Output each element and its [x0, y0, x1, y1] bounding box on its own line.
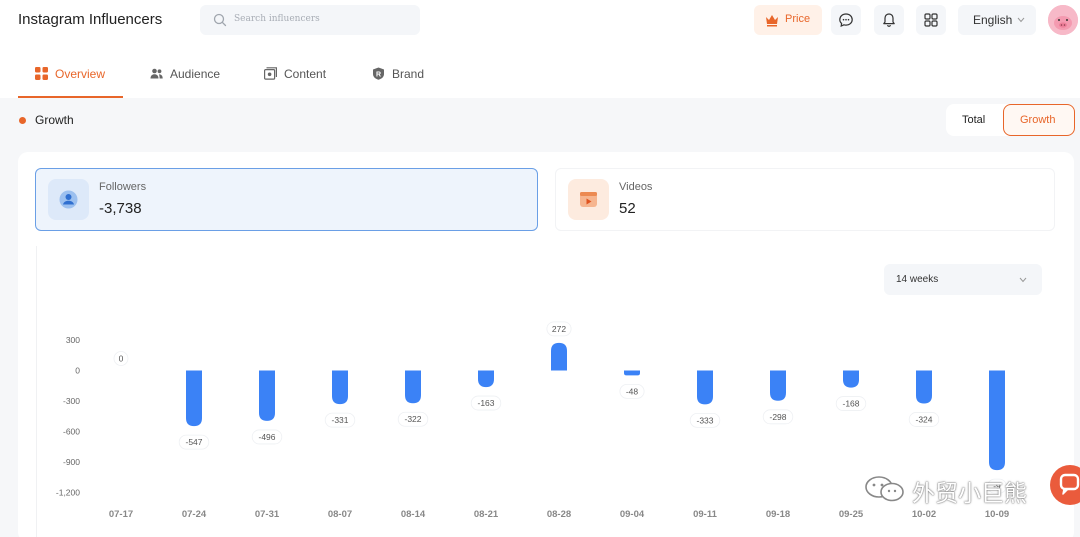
section-title: Growth: [35, 113, 74, 127]
language-select[interactable]: English: [958, 5, 1036, 35]
top-bar: Instagram Influencers Search influencers…: [0, 0, 1080, 42]
tab-content[interactable]: Content: [264, 50, 334, 98]
video-icon: [580, 192, 597, 207]
app-title: Instagram Influencers: [18, 11, 163, 28]
tab-label: Overview: [55, 67, 106, 81]
main-tabs: Overview Audience Content R Brand: [0, 50, 1080, 98]
videos-label: Videos: [619, 181, 653, 193]
crown-icon: [766, 15, 778, 27]
avatar[interactable]: [1048, 5, 1078, 35]
tab-audience[interactable]: Audience: [150, 50, 230, 98]
search-box[interactable]: Search influencers: [200, 5, 420, 35]
tab-brand[interactable]: R Brand: [372, 50, 432, 98]
message-icon: [839, 13, 853, 27]
brand-icon: R: [373, 67, 384, 80]
toggle-growth[interactable]: Growth: [1003, 104, 1075, 136]
section-header: Growth: [0, 100, 1080, 144]
chat-support-button[interactable]: [1050, 465, 1080, 505]
pig-avatar-icon: [1048, 5, 1078, 35]
total-growth-toggle: Total Growth: [946, 104, 1075, 136]
chevron-down-icon: [1019, 277, 1027, 283]
videos-icon-wrap: [568, 179, 609, 220]
followers-label: Followers: [99, 181, 147, 193]
tab-label: Audience: [170, 67, 221, 81]
videos-card[interactable]: Videos 52: [555, 168, 1055, 231]
followers-card[interactable]: Followers -3,738: [35, 168, 538, 231]
search-icon: [213, 13, 227, 27]
search-input[interactable]: Search influencers: [234, 14, 320, 24]
followers-value: -3,738: [99, 200, 142, 217]
message-button[interactable]: [831, 5, 861, 35]
tab-label: Brand: [392, 67, 425, 81]
tab-overview[interactable]: Overview: [35, 50, 115, 98]
weeks-range-select[interactable]: 14 weeks: [884, 264, 1042, 295]
watermark-text: 外贸小巨熊: [912, 481, 1027, 507]
user-icon: [59, 190, 78, 209]
apps-grid-icon: [924, 13, 938, 27]
wechat-icon: [865, 476, 904, 502]
apps-button[interactable]: [916, 5, 946, 35]
content-icon: [264, 67, 277, 80]
weeks-range-value: 14 weeks: [896, 274, 939, 285]
toggle-total[interactable]: Total: [946, 104, 1003, 136]
chevron-down-icon: [1017, 17, 1025, 23]
followers-icon-wrap: [48, 179, 89, 220]
overview-icon: [35, 67, 48, 80]
price-button[interactable]: Price: [754, 5, 822, 35]
chat-bubble-icon: [1059, 473, 1080, 495]
toggle-total-label: Total: [962, 114, 986, 126]
tab-label: Content: [284, 67, 327, 81]
svg-text:R: R: [376, 71, 381, 78]
videos-value: 52: [619, 200, 636, 217]
toggle-growth-label: Growth: [1020, 114, 1056, 126]
section-dot: [19, 117, 26, 124]
people-icon: [150, 68, 163, 79]
notification-button[interactable]: [874, 5, 904, 35]
bell-icon: [883, 13, 895, 27]
price-label: Price: [785, 13, 811, 25]
language-label: English: [973, 13, 1013, 27]
